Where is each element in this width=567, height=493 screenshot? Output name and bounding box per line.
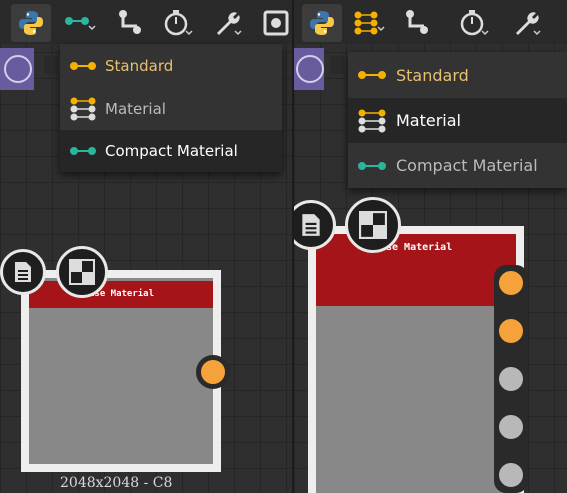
- timer-icon: [164, 10, 193, 36]
- toolbar: [294, 0, 567, 44]
- compact-material-icon: [60, 146, 105, 156]
- menu-item-label: Material: [105, 99, 166, 118]
- menu-item-compact-material[interactable]: Compact Material: [60, 130, 282, 172]
- node-title: se Material: [316, 234, 516, 306]
- output-port[interactable]: [196, 355, 230, 389]
- timer-button[interactable]: [158, 4, 198, 42]
- menu-item-material[interactable]: Material: [60, 87, 282, 130]
- document-icon[interactable]: [0, 249, 46, 295]
- menu-item-compact-material[interactable]: Compact Material: [348, 143, 567, 188]
- screenshot-button[interactable]: [256, 4, 292, 42]
- standard-icon: [60, 61, 105, 71]
- compact-material-icon: [348, 161, 396, 171]
- timer-icon: [460, 10, 489, 36]
- resolution-label: 2048x2048 - C8: [60, 475, 173, 491]
- node-title: ase Material: [29, 281, 213, 308]
- checker-icon[interactable]: [56, 246, 108, 298]
- graph-style-menu: Standard Material Compact Material: [348, 52, 567, 188]
- checker-icon[interactable]: [345, 197, 401, 253]
- output-port-height[interactable]: [494, 458, 528, 492]
- left-panel: Standard Material Compact Material ase M…: [0, 0, 292, 493]
- material-graph-icon: [354, 11, 385, 35]
- sphere-icon: [296, 55, 324, 83]
- graph-style-button[interactable]: [60, 4, 100, 42]
- python-button[interactable]: [302, 4, 342, 42]
- wrench-icon: [217, 12, 242, 36]
- output-port-roughness[interactable]: [494, 362, 528, 396]
- wrench-icon: [516, 12, 541, 36]
- connector-icon: [406, 10, 428, 34]
- connector-icon: [119, 10, 141, 34]
- menu-item-label: Compact Material: [396, 156, 538, 175]
- toolbar: [0, 0, 292, 44]
- library-tile[interactable]: [0, 48, 34, 90]
- library-tile[interactable]: [294, 48, 324, 90]
- tools-button[interactable]: [207, 4, 247, 42]
- grid-icon: [44, 56, 58, 74]
- menu-item-label: Standard: [105, 56, 174, 75]
- menu-item-material[interactable]: Material: [348, 98, 567, 143]
- menu-item-standard[interactable]: Standard: [60, 44, 282, 87]
- sphere-icon: [4, 55, 32, 83]
- python-icon: [19, 11, 43, 35]
- material-icon: [60, 97, 105, 121]
- python-icon: [310, 11, 334, 35]
- menu-item-label: Material: [396, 111, 461, 130]
- graph-style-button[interactable]: [350, 4, 390, 42]
- menu-item-standard[interactable]: Standard: [348, 52, 567, 98]
- compact-graph-icon: [65, 17, 96, 31]
- output-port-base-color[interactable]: [494, 266, 528, 300]
- connector-button[interactable]: [397, 4, 437, 42]
- python-button[interactable]: [11, 4, 51, 42]
- screenshot-icon: [263, 10, 289, 36]
- graph-style-menu: Standard Material Compact Material: [60, 44, 282, 172]
- grid-icon: [330, 56, 344, 74]
- tools-button[interactable]: [506, 4, 546, 42]
- output-port-normal[interactable]: [494, 314, 528, 348]
- connector-button[interactable]: [110, 4, 150, 42]
- timer-button[interactable]: [454, 4, 494, 42]
- standard-icon: [348, 70, 396, 80]
- right-panel: Standard Material Compact Material se Ma…: [294, 0, 567, 493]
- material-icon: [348, 109, 396, 133]
- output-port-metallic[interactable]: [494, 410, 528, 444]
- menu-item-label: Compact Material: [105, 142, 238, 160]
- menu-item-label: Standard: [396, 65, 469, 85]
